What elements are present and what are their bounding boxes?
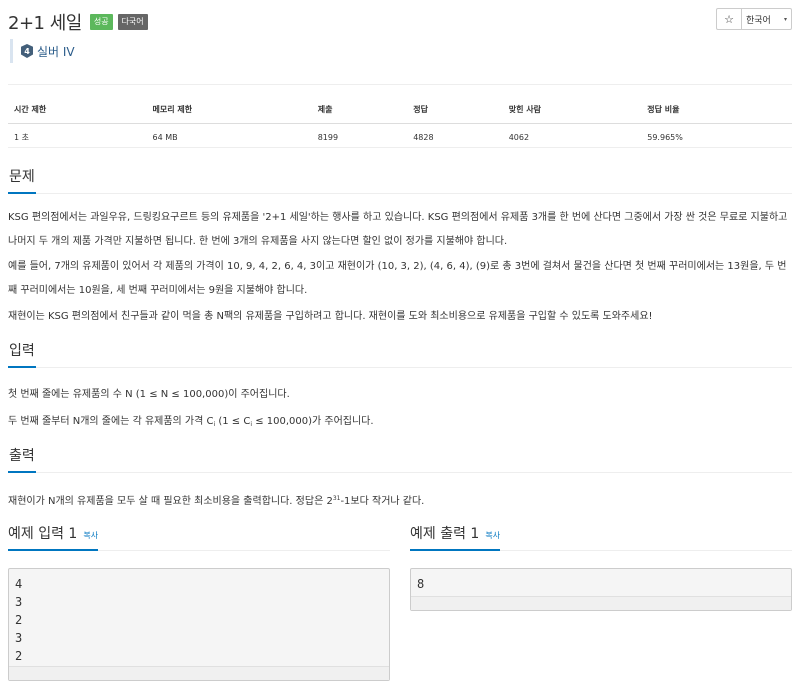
example-output-line: 8 [417, 577, 425, 591]
language-select-label: 한국어 [746, 15, 771, 26]
header-accept-ratio: 정답 비율 [641, 96, 792, 124]
header-solvers: 맞힌 사람 [502, 96, 642, 124]
example-input-line: 3 [15, 595, 23, 609]
result-badge: 성공 [89, 14, 113, 30]
input-heading: 입력 [8, 340, 36, 368]
tier-label: 실버 IV [37, 44, 75, 59]
output-line-text: 재현이가 N개의 유제품을 모두 살 때 필요한 최소비용을 출력합니다. 정답… [8, 496, 333, 507]
output-heading: 출력 [8, 445, 36, 473]
example-input-line: 4 [15, 577, 23, 591]
problem-heading: 문제 [8, 166, 36, 194]
output-section-header: 출력 [8, 445, 792, 473]
problem-paragraph-3: 재현이는 KSG 편의점에서 친구들과 같이 먹을 총 N팩의 유제품을 구입하… [8, 311, 653, 322]
copy-input-button[interactable]: 복사 [83, 531, 98, 540]
language-select[interactable]: 한국어 ▾ [742, 8, 792, 30]
example-output-heading: 예제 출력 1 복사 [410, 523, 501, 551]
example-input-title: 예제 입력 1 [8, 526, 78, 542]
example-input-lines: 4 3 2 3 2 [9, 569, 389, 665]
output-line-text: -1보다 작거나 같다. [340, 496, 425, 507]
tier-link[interactable]: 4 실버 IV [10, 39, 75, 63]
time-limit-value: 1 초 [8, 123, 147, 148]
problem-section-header: 문제 [8, 166, 792, 194]
input-line-2-text: ≤ 100,000)가 주어집니다. [252, 416, 374, 427]
input-section-header: 입력 [8, 340, 792, 368]
header-time-limit: 시간 제한 [8, 96, 147, 124]
input-line-2-text: (1 ≤ C [215, 416, 251, 427]
accept-ratio-value: 59.965% [641, 123, 792, 148]
page-title: 2+1 세일 [8, 13, 82, 34]
star-button[interactable]: ☆ [716, 8, 742, 30]
example-input-line: 3 [15, 631, 23, 645]
submissions-value: 8199 [311, 123, 408, 148]
example-input-box[interactable]: 4 3 2 3 2 [8, 568, 390, 681]
header-submissions: 제출 [311, 96, 408, 124]
header-actions: ☆ 한국어 ▾ [716, 8, 792, 30]
chevron-down-icon: ▾ [783, 15, 787, 23]
example-input-header: 예제 입력 1 복사 [8, 523, 390, 551]
copy-output-button[interactable]: 복사 [485, 531, 500, 540]
input-line-1: 첫 번째 줄에는 유제품의 수 N (1 ≤ N ≤ 100,000)이 주어집… [8, 389, 290, 400]
memory-limit-value: 64 MB [146, 123, 312, 148]
problem-paragraph-2: 예를 들어, 7개의 유제품이 있어서 각 제품의 가격이 10, 9, 4, … [8, 261, 787, 296]
example-output-box[interactable]: 8 [410, 568, 792, 611]
input-line-2-text: 두 번째 줄부터 N개의 줄에는 각 유제품의 가격 C [8, 416, 214, 427]
divider [8, 84, 792, 85]
problem-paragraph-1: KSG 편의점에서는 과일우유, 드링킹요구르트 등의 유제품을 '2+1 세일… [8, 212, 788, 247]
star-icon: ☆ [724, 12, 734, 26]
table-row: 1 초 64 MB 8199 4828 4062 59.965% [8, 123, 792, 148]
header-accepted: 정답 [407, 96, 503, 124]
example-output-title: 예제 출력 1 [410, 526, 480, 542]
header-memory-limit: 메모리 제한 [146, 96, 312, 124]
table-header-row: 시간 제한 메모리 제한 제출 정답 맞힌 사람 정답 비율 [8, 96, 792, 124]
solvers-value: 4062 [502, 123, 642, 148]
accepted-value: 4828 [407, 123, 503, 148]
scrollbar[interactable] [411, 596, 791, 610]
example-output-header: 예제 출력 1 복사 [410, 523, 792, 551]
problem-header: 2+1 세일 성공 다국어 [8, 10, 148, 34]
example-input-line: 2 [15, 613, 23, 627]
example-input-line: 2 [15, 649, 23, 663]
example-input-heading: 예제 입력 1 복사 [8, 523, 99, 551]
scrollbar[interactable] [9, 666, 389, 680]
language-badge: 다국어 [117, 14, 148, 30]
problem-info-table: 시간 제한 메모리 제한 제출 정답 맞힌 사람 정답 비율 1 초 64 MB… [8, 96, 792, 148]
input-line-2: 두 번째 줄부터 N개의 줄에는 각 유제품의 가격 Ci (1 ≤ Ci ≤ … [8, 410, 792, 437]
example-output-lines: 8 [411, 569, 791, 593]
output-line: 재현이가 N개의 유제품을 모두 살 때 필요한 최소비용을 출력합니다. 정답… [8, 487, 792, 514]
tier-icon: 4 [21, 44, 33, 58]
